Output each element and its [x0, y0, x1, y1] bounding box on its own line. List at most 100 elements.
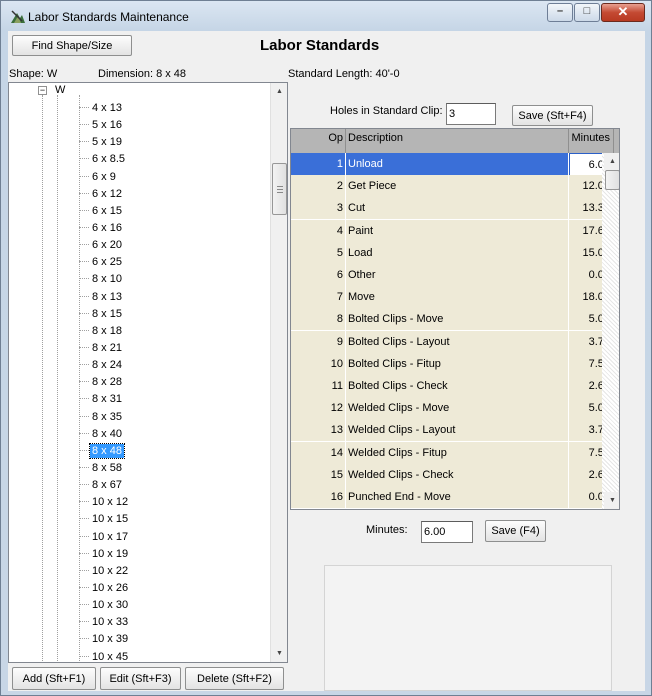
grid-header: Op Description Minutes — [291, 129, 619, 153]
title-bar[interactable]: Labor Standards Maintenance – □ ✕ — [1, 1, 651, 31]
description-cell[interactable]: Get Piece — [346, 175, 569, 199]
description-cell[interactable]: Bolted Clips - Fitup — [346, 352, 569, 376]
grid-row[interactable]: 15 Welded Clips - Check 2.63 — [291, 463, 614, 488]
op-cell[interactable]: 11 — [291, 375, 346, 398]
description-cell[interactable]: Punched End - Move — [346, 486, 569, 509]
minutes-column-header[interactable]: Minutes — [569, 129, 614, 153]
delete-button[interactable]: Delete (Sft+F2) — [185, 667, 284, 690]
scroll-thumb[interactable] — [272, 163, 287, 215]
grid-row[interactable]: 1 Unload 6.00 — [291, 153, 614, 177]
op-cell[interactable]: 4 — [291, 219, 346, 243]
op-cell[interactable]: 10 — [291, 352, 346, 376]
holes-label: Holes in Standard Clip: — [330, 105, 443, 117]
tree-connector — [79, 278, 89, 280]
description-cell[interactable]: Paint — [346, 219, 569, 243]
shape-size-tree[interactable]: − W 4 x 13 5 x 16 5 x 19 6 x 8.5 6 x 9 6 x 12… — [8, 82, 288, 663]
maximize-button[interactable]: □ — [574, 3, 600, 22]
tree-item-label: 8 x 21 — [92, 341, 122, 354]
labor-operations-grid[interactable]: Op Description Minutes 1 Unload 6.00 2 Get P… — [290, 128, 620, 510]
window-title: Labor Standards Maintenance — [28, 10, 189, 24]
op-cell[interactable]: 5 — [291, 241, 346, 265]
grid-row[interactable]: 11 Bolted Clips - Check 2.63 — [291, 375, 614, 399]
save-holes-button[interactable]: Save (Sft+F4) — [512, 105, 593, 126]
op-cell[interactable]: 1 — [291, 153, 346, 176]
tree-item-label: 10 x 22 — [92, 564, 129, 577]
scroll-up-arrow-icon[interactable]: ▲ — [271, 83, 287, 100]
scroll-down-arrow-icon[interactable]: ▼ — [271, 645, 287, 662]
tree-scrollbar[interactable]: ▲ ▼ — [270, 83, 287, 662]
tree-connector — [79, 604, 89, 606]
save-minutes-button[interactable]: Save (F4) — [485, 520, 546, 542]
tree-item-label: 10 x 39 — [92, 633, 129, 646]
tree-connector — [79, 124, 89, 126]
tree-connector — [79, 329, 89, 331]
grid-row[interactable]: 9 Bolted Clips - Layout 3.75 — [291, 330, 614, 355]
description-cell[interactable]: Bolted Clips - Move — [346, 308, 569, 332]
tree-connector — [79, 209, 89, 211]
page-title: Labor Standards — [260, 37, 380, 54]
tree-connector — [79, 552, 89, 554]
op-cell[interactable]: 16 — [291, 486, 346, 509]
grid-row[interactable]: 5 Load 15.00 — [291, 241, 614, 266]
description-cell[interactable]: Bolted Clips - Layout — [346, 330, 569, 354]
grid-row[interactable]: 4 Paint 17.62 — [291, 219, 614, 244]
tree-connector — [79, 535, 89, 537]
minutes-input[interactable]: 6.00 — [421, 521, 473, 543]
holes-input[interactable]: 3 — [446, 103, 496, 125]
op-cell[interactable]: 9 — [291, 330, 346, 354]
add-button[interactable]: Add (Sft+F1) — [12, 667, 96, 690]
grid-row[interactable]: 12 Welded Clips - Move 5.00 — [291, 397, 614, 421]
op-cell[interactable]: 14 — [291, 441, 346, 465]
grid-row[interactable]: 16 Punched End - Move 0.00 — [291, 486, 614, 509]
tree-connector — [79, 501, 89, 503]
grid-row[interactable]: 2 Get Piece 12.00 — [291, 175, 614, 199]
minimize-button[interactable]: – — [547, 3, 573, 22]
description-cell[interactable]: Welded Clips - Move — [346, 397, 569, 421]
description-cell[interactable]: Unload — [346, 153, 569, 176]
description-column-header[interactable]: Description — [346, 129, 569, 153]
description-cell[interactable]: Welded Clips - Check — [346, 463, 569, 487]
tree-root-node[interactable]: W — [55, 84, 65, 96]
tree-connector — [79, 586, 89, 588]
tree-item-label: 5 x 16 — [92, 119, 122, 132]
edit-button[interactable]: Edit (Sft+F3) — [100, 667, 181, 690]
grid-scrollbar[interactable] — [602, 153, 619, 509]
tree-connector — [79, 415, 89, 417]
op-cell[interactable]: 8 — [291, 308, 346, 332]
grid-row[interactable]: 3 Cut 13.30 — [291, 197, 614, 221]
grid-scroll-down-icon[interactable]: ▼ — [604, 492, 619, 509]
op-cell[interactable]: 7 — [291, 286, 346, 310]
tree-item-label: 8 x 10 — [92, 273, 122, 286]
grid-row[interactable]: 7 Move 18.00 — [291, 286, 614, 310]
description-cell[interactable]: Move — [346, 286, 569, 310]
tree-connector — [79, 244, 89, 246]
op-cell[interactable]: 12 — [291, 397, 346, 421]
tree-item-label: 8 x 28 — [92, 376, 122, 389]
collapse-icon[interactable]: − — [38, 86, 47, 95]
close-button[interactable]: ✕ — [601, 3, 645, 22]
grid-row[interactable]: 10 Bolted Clips - Fitup 7.50 — [291, 352, 614, 377]
description-cell[interactable]: Load — [346, 241, 569, 265]
tree-line — [79, 95, 80, 662]
grid-scroll-thumb[interactable] — [605, 170, 619, 190]
tree-item-label: 6 x 15 — [92, 204, 122, 217]
grid-scroll-up-icon[interactable]: ▲ — [604, 153, 619, 170]
description-cell[interactable]: Bolted Clips - Check — [346, 375, 569, 398]
tree-item-label: 8 x 58 — [92, 461, 122, 474]
description-cell[interactable]: Welded Clips - Fitup — [346, 441, 569, 465]
description-cell[interactable]: Other — [346, 264, 569, 287]
grid-row[interactable]: 6 Other 0.00 — [291, 264, 614, 288]
op-column-header[interactable]: Op — [291, 129, 346, 153]
op-cell[interactable]: 13 — [291, 419, 346, 443]
description-cell[interactable]: Welded Clips - Layout — [346, 419, 569, 443]
tree-connector — [79, 621, 89, 623]
grid-row[interactable]: 8 Bolted Clips - Move 5.00 — [291, 308, 614, 332]
op-cell[interactable]: 15 — [291, 463, 346, 487]
op-cell[interactable]: 6 — [291, 264, 346, 287]
grid-row[interactable]: 13 Welded Clips - Layout 3.75 — [291, 419, 614, 443]
grid-row[interactable]: 14 Welded Clips - Fitup 7.50 — [291, 441, 614, 466]
find-shape-size-button[interactable]: Find Shape/Size — [12, 35, 132, 56]
op-cell[interactable]: 2 — [291, 175, 346, 199]
description-cell[interactable]: Cut — [346, 197, 569, 221]
op-cell[interactable]: 3 — [291, 197, 346, 221]
